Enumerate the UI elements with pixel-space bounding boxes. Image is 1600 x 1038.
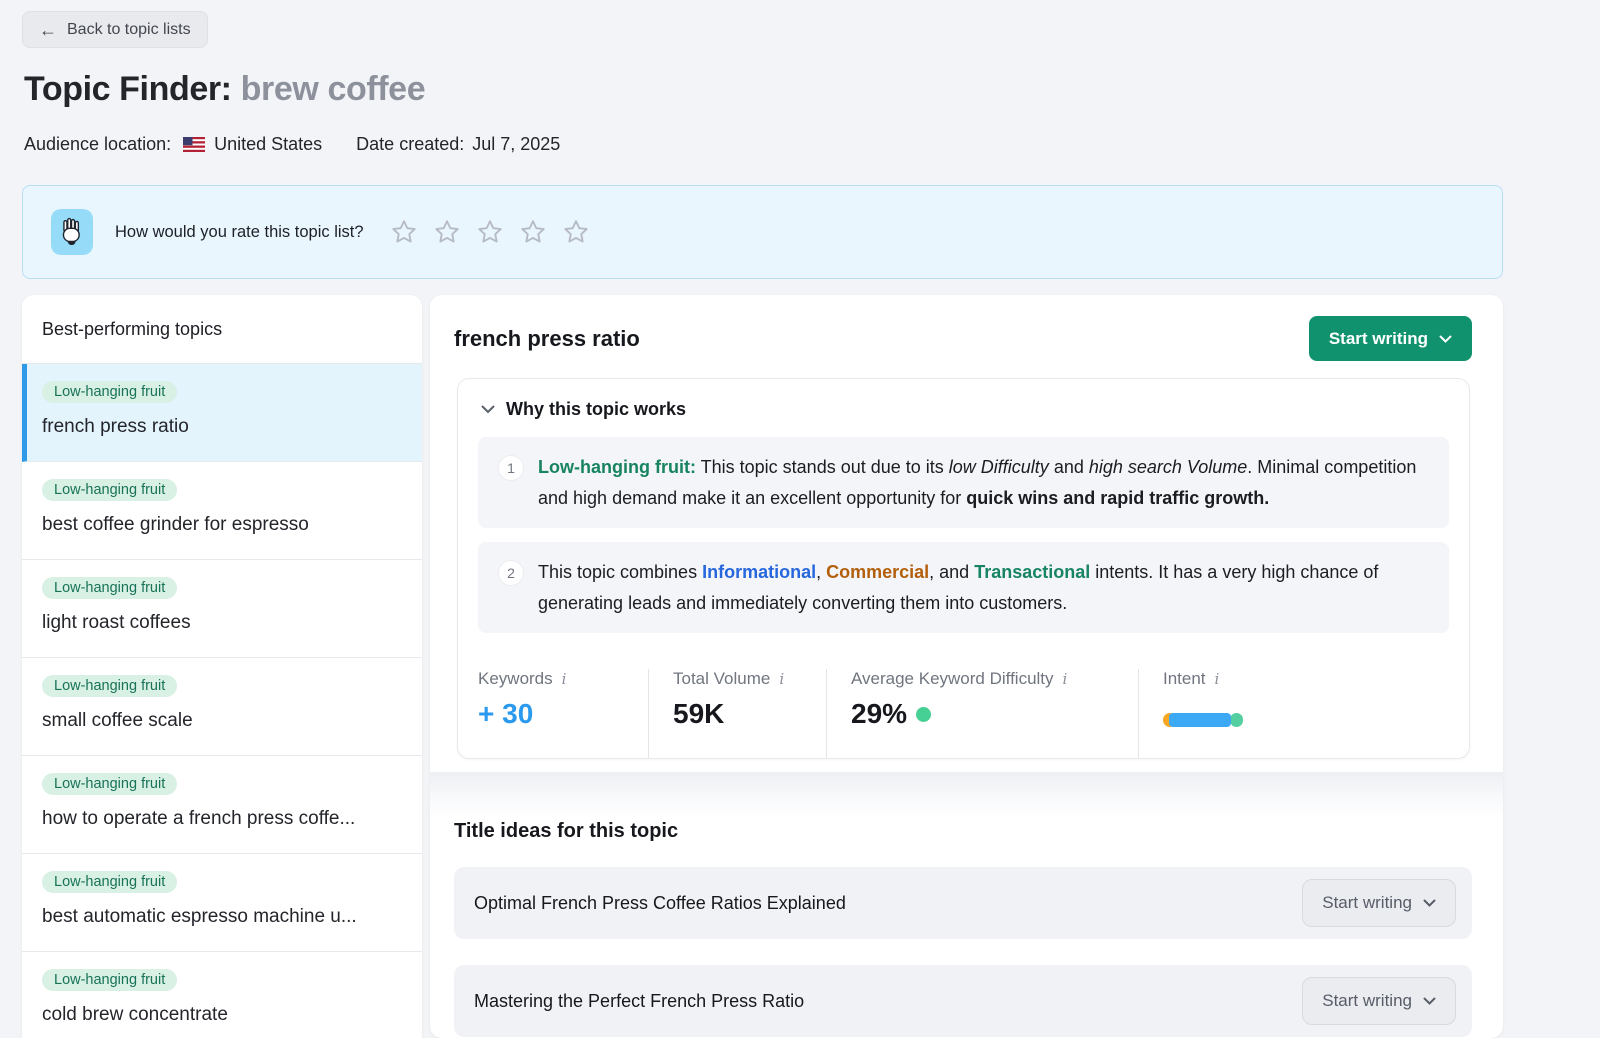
star-icon[interactable]	[519, 218, 547, 246]
rating-question: How would you rate this topic list?	[115, 223, 364, 242]
start-writing-idea-button[interactable]: Start writing	[1302, 977, 1456, 1025]
title-ideas-heading: Title ideas for this topic	[454, 820, 1503, 843]
topic-list-item[interactable]: Low-hanging fruit best coffee grinder fo…	[22, 462, 422, 560]
metric-keywords: Keywords i + 30	[478, 669, 648, 758]
intent-label: Intent	[1163, 669, 1206, 689]
topic-detail-header: french press ratio Start writing	[430, 295, 1503, 361]
intent-segment-transactional	[1230, 713, 1243, 727]
low-hanging-fruit-badge: Low-hanging fruit	[42, 577, 177, 599]
waving-hand-icon	[51, 209, 93, 255]
info-icon[interactable]: i	[1063, 670, 1068, 688]
scroll-shadow	[430, 772, 1503, 818]
keywords-label: Keywords	[478, 669, 553, 689]
start-writing-label: Start writing	[1329, 329, 1428, 349]
reason-text: Low-hanging fruit: This topic stands out…	[538, 452, 1429, 513]
metrics-row: Keywords i + 30 Total Volume i 59K Avera…	[478, 647, 1449, 758]
start-writing-button[interactable]: Start writing	[1309, 316, 1472, 361]
star-icon[interactable]	[476, 218, 504, 246]
rating-stars	[390, 218, 590, 246]
audience-location-value: United States	[214, 134, 322, 155]
total-volume-value: 59K	[673, 698, 826, 730]
us-flag-icon	[183, 137, 205, 152]
star-icon[interactable]	[390, 218, 418, 246]
chevron-down-icon	[1423, 899, 1436, 907]
meta-line: Audience location: United States Date cr…	[24, 134, 560, 155]
date-created-value: Jul 7, 2025	[472, 134, 560, 155]
metric-total-volume: Total Volume i 59K	[648, 669, 826, 758]
start-writing-label: Start writing	[1322, 893, 1412, 913]
reason-item: 1 Low-hanging fruit: This topic stands o…	[478, 437, 1449, 528]
reason-text: This topic combines Informational, Comme…	[538, 557, 1429, 618]
topic-list-item[interactable]: Low-hanging fruit cold brew concentrate	[22, 952, 422, 1038]
topic-item-title: light roast coffees	[42, 612, 402, 634]
page-title-prefix: Topic Finder:	[24, 70, 241, 108]
topic-item-title: best automatic espresso machine u...	[42, 906, 402, 928]
topic-list-item[interactable]: Low-hanging fruit best automatic espress…	[22, 854, 422, 952]
back-arrow-icon: ←	[39, 21, 57, 39]
reason-number: 2	[498, 560, 524, 586]
reason-item: 2 This topic combines Informational, Com…	[478, 542, 1449, 633]
page-title: Topic Finder: brew coffee	[24, 70, 425, 109]
topic-detail-panel: french press ratio Start writing Why thi…	[430, 295, 1503, 1038]
intent-bar	[1163, 713, 1243, 727]
topic-item-title: how to operate a french press coffe...	[42, 808, 402, 830]
metric-keyword-difficulty: Average Keyword Difficulty i 29%	[826, 669, 1138, 758]
date-created-label: Date created:	[356, 134, 464, 155]
chevron-down-icon	[481, 405, 495, 414]
why-topic-works-toggle[interactable]: Why this topic works	[478, 399, 1449, 437]
date-created: Date created: Jul 7, 2025	[356, 134, 560, 155]
low-hanging-fruit-badge: Low-hanging fruit	[42, 479, 177, 501]
info-icon[interactable]: i	[562, 670, 567, 688]
low-hanging-fruit-badge: Low-hanging fruit	[42, 675, 177, 697]
topic-finder-page: ← Back to topic lists Topic Finder: brew…	[0, 0, 1600, 1038]
difficulty-label: Average Keyword Difficulty	[851, 669, 1054, 689]
topic-item-title: french press ratio	[42, 416, 402, 438]
difficulty-status-dot	[916, 707, 931, 722]
info-icon[interactable]: i	[1215, 670, 1220, 688]
low-hanging-fruit-badge: Low-hanging fruit	[42, 969, 177, 991]
topic-item-title: small coffee scale	[42, 710, 402, 732]
audience-location-label: Audience location:	[24, 134, 171, 155]
page-title-topic: brew coffee	[241, 70, 426, 108]
topic-list-item[interactable]: Low-hanging fruit small coffee scale	[22, 658, 422, 756]
back-to-topic-lists-button[interactable]: ← Back to topic lists	[22, 11, 208, 48]
topic-item-title: best coffee grinder for espresso	[42, 514, 402, 536]
title-idea-text: Optimal French Press Coffee Ratios Expla…	[474, 893, 846, 914]
title-idea-card: Mastering the Perfect French Press Ratio…	[454, 965, 1472, 1037]
metric-intent: Intent i	[1138, 669, 1449, 758]
back-button-label: Back to topic lists	[67, 21, 191, 39]
chevron-down-icon	[1423, 997, 1436, 1005]
topic-item-title: cold brew concentrate	[42, 1004, 402, 1026]
keywords-value: + 30	[478, 698, 648, 730]
total-volume-label: Total Volume	[673, 669, 770, 689]
start-writing-label: Start writing	[1322, 991, 1412, 1011]
chevron-down-icon	[1439, 335, 1452, 343]
star-icon[interactable]	[562, 218, 590, 246]
audience-location: Audience location: United States	[24, 134, 322, 155]
start-writing-idea-button[interactable]: Start writing	[1302, 879, 1456, 927]
info-icon[interactable]: i	[779, 670, 784, 688]
topic-list-item[interactable]: Low-hanging fruit french press ratio	[22, 364, 422, 462]
sidebar-title: Best-performing topics	[22, 295, 422, 364]
intent-segment-informational	[1169, 713, 1231, 727]
selected-topic-title: french press ratio	[454, 326, 640, 352]
topic-list-item[interactable]: Low-hanging fruit how to operate a frenc…	[22, 756, 422, 854]
topic-list-item[interactable]: Low-hanging fruit light roast coffees	[22, 560, 422, 658]
difficulty-value: 29%	[851, 698, 1138, 730]
why-topic-works-card: Why this topic works 1 Low-hanging fruit…	[457, 378, 1470, 759]
why-topic-works-title: Why this topic works	[506, 399, 686, 420]
title-idea-card: Optimal French Press Coffee Ratios Expla…	[454, 867, 1472, 939]
best-performing-topics-panel: Best-performing topics Low-hanging fruit…	[22, 295, 422, 1038]
low-hanging-fruit-badge: Low-hanging fruit	[42, 381, 177, 403]
low-hanging-fruit-badge: Low-hanging fruit	[42, 871, 177, 893]
star-icon[interactable]	[433, 218, 461, 246]
low-hanging-fruit-badge: Low-hanging fruit	[42, 773, 177, 795]
reason-number: 1	[498, 455, 524, 481]
title-idea-text: Mastering the Perfect French Press Ratio	[474, 991, 804, 1012]
rating-banner: How would you rate this topic list?	[22, 185, 1503, 279]
